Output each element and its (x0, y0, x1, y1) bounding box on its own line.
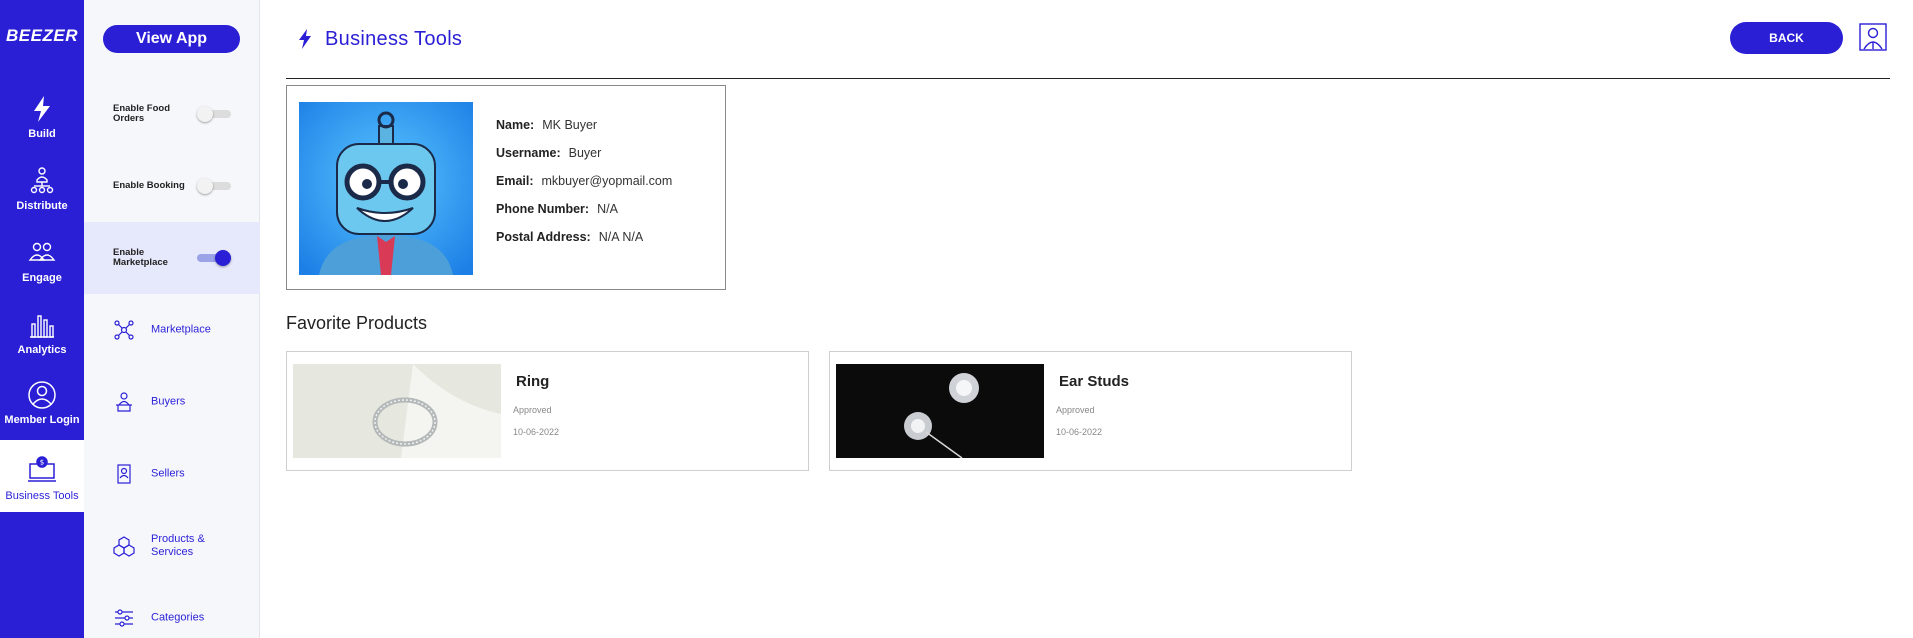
user-phone-row: Phone Number: N/A (496, 202, 672, 230)
marketplace-toggle[interactable] (197, 250, 231, 266)
sidebar-item-products-services[interactable]: Products & Services (84, 516, 260, 576)
avatar (299, 102, 473, 275)
user-address-value: N/A N/A (598, 230, 644, 244)
svg-text:$: $ (40, 459, 44, 467)
user-email-row: Email: mkbuyer@yopmail.com (496, 174, 672, 202)
view-app-button[interactable]: View App (103, 25, 240, 53)
marketplace-icon (114, 320, 134, 340)
nav-item-label: Engage (22, 272, 62, 284)
user-username-row: Username: Buyer (496, 146, 672, 174)
product-name: Ring (516, 373, 550, 390)
field-label: Username: (496, 146, 561, 160)
nav-item-label: Analytics (17, 344, 67, 356)
sidebar-item-sellers[interactable]: Sellers (84, 444, 260, 504)
field-label: Phone Number: (496, 202, 590, 216)
bar-chart-icon (30, 315, 54, 338)
favorite-products-heading: Favorite Products (286, 313, 428, 333)
user-profile-card: Name: MK Buyer Username: Buyer Email: mkbuy… (286, 85, 726, 290)
product-status: Approved (1056, 405, 1095, 415)
sidebar-item-label: Categories (151, 611, 205, 624)
nav-item-analytics[interactable]: Analytics (0, 310, 84, 382)
user-phone-value: N/A (597, 202, 618, 216)
product-date: 10-06-2022 (1056, 427, 1103, 437)
nav-item-build[interactable]: Build (0, 94, 84, 166)
page-header: Business Tools (297, 26, 462, 52)
user-address-row: Postal Address: N/A N/A (496, 230, 672, 258)
product-image (293, 364, 501, 458)
sidebar-item-categories[interactable]: Categories (84, 588, 260, 638)
nav-item-label: Business Tools (5, 490, 79, 502)
buyers-icon (116, 392, 132, 412)
user-email-value: mkbuyer@yopmail.com (541, 174, 673, 188)
sidebar-item-label: Buyers (151, 395, 186, 408)
monitor-dollar-icon: $ (28, 456, 56, 482)
user-info: Name: MK Buyer Username: Buyer Email: mkbuy… (496, 118, 672, 258)
product-status: Approved (513, 405, 552, 415)
nav-item-label: Distribute (16, 200, 68, 212)
people-icon (28, 242, 56, 261)
toggle-label: Enable Booking (113, 180, 185, 191)
field-label: Name: (496, 118, 535, 132)
nav-item-engage[interactable]: Engage (0, 238, 84, 310)
field-label: Email: (496, 174, 534, 188)
nav-item-label: Build (28, 128, 56, 140)
header-divider (286, 78, 1890, 79)
left-nav: BEEZER Build Distribute Engage Analytics (0, 0, 84, 638)
sidebar-item-label: Products & Services (151, 533, 205, 558)
app-root: BEEZER Build Distribute Engage Analytics (0, 0, 1913, 638)
sidebar-item-label: Marketplace (151, 323, 211, 336)
product-card-ear-studs[interactable]: Ear Studs Approved 10-06-2022 (829, 351, 1352, 471)
toggle-row-food-orders: Enable Food Orders (84, 78, 260, 150)
sellers-icon (117, 464, 131, 484)
user-profile-icon[interactable] (1859, 23, 1887, 51)
food-orders-toggle[interactable] (197, 106, 231, 122)
business-tools-sidebar: View App Enable Food Orders Enable Booki… (84, 0, 260, 638)
nav-item-business-tools[interactable]: $ Business Tools (0, 440, 84, 512)
nav-item-distribute[interactable]: Distribute (0, 166, 84, 238)
network-icon (30, 167, 54, 194)
toggle-label: Enable Marketplace (113, 247, 168, 268)
sliders-icon (115, 609, 133, 627)
toggle-label: Enable Food Orders (113, 103, 170, 124)
sidebar-item-buyers[interactable]: Buyers (84, 372, 260, 432)
brand-logo[interactable]: BEEZER (0, 26, 84, 46)
product-image (836, 364, 1044, 458)
page-title: Business Tools (325, 27, 463, 50)
bolt-icon (299, 29, 311, 49)
user-circle-icon (28, 381, 56, 409)
toggle-row-booking: Enable Booking (84, 150, 260, 222)
bolt-icon (34, 96, 50, 122)
product-card-ring[interactable]: Ring Approved 10-06-2022 (286, 351, 809, 471)
user-name-value: MK Buyer (542, 118, 598, 132)
field-label: Postal Address: (496, 230, 591, 244)
sidebar-item-label: Sellers (151, 467, 185, 480)
booking-toggle[interactable] (197, 178, 231, 194)
toggle-row-marketplace: Enable Marketplace (84, 222, 260, 294)
cubes-icon (113, 536, 135, 557)
sidebar-item-marketplace[interactable]: Marketplace (84, 300, 260, 360)
product-name: Ear Studs (1059, 373, 1130, 390)
back-button[interactable]: BACK (1730, 22, 1843, 54)
nav-item-label: Member Login (4, 414, 80, 426)
user-name-row: Name: MK Buyer (496, 118, 672, 146)
user-username-value: Buyer (568, 146, 602, 160)
product-date: 10-06-2022 (513, 427, 560, 437)
